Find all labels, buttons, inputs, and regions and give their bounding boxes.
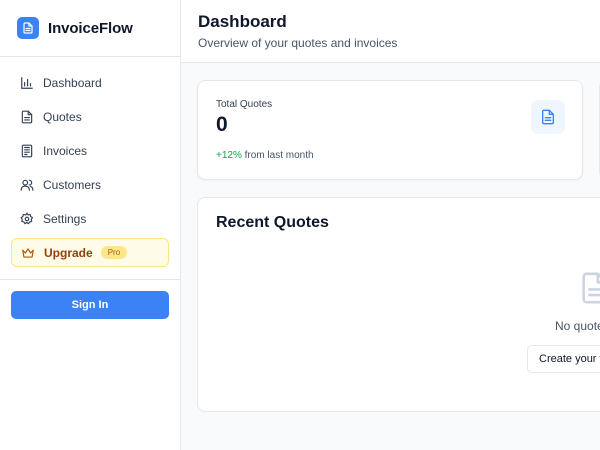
stat-change-percent: +12%	[216, 150, 242, 161]
sidebar-nav: Dashboard Quotes Invoices Customers Sett…	[0, 57, 180, 236]
sign-in-button[interactable]: Sign In	[11, 291, 169, 319]
sidebar-item-settings[interactable]: Settings	[0, 202, 180, 236]
stat-change: +12% from last month	[216, 150, 314, 161]
document-icon	[531, 100, 565, 134]
sidebar-divider	[0, 279, 180, 280]
page-title: Dashboard	[198, 12, 287, 31]
document-icon	[20, 110, 34, 124]
page-subtitle: Overview of your quotes and invoices	[198, 36, 398, 50]
app-name: InvoiceFlow	[48, 19, 133, 37]
receipt-icon	[20, 144, 34, 158]
upgrade-label: Upgrade	[44, 245, 93, 260]
gear-icon	[20, 212, 34, 226]
stat-change-suffix: from last month	[244, 150, 314, 161]
sidebar-item-dashboard[interactable]: Dashboard	[0, 66, 180, 100]
stat-label: Total Quotes	[216, 99, 273, 110]
empty-state-text: No quote	[555, 319, 600, 333]
bar-chart-icon	[20, 76, 34, 90]
stat-value: 0	[216, 113, 228, 136]
sidebar-item-label: Customers	[43, 178, 102, 192]
page-header: Dashboard Overview of your quotes and in…	[181, 0, 600, 63]
sidebar-item-label: Quotes	[43, 110, 82, 124]
total-quotes-card: Total Quotes 0 +12% from last month	[197, 80, 583, 180]
sidebar: InvoiceFlow Dashboard Quotes Invoices Cu…	[0, 0, 181, 450]
recent-quotes-title: Recent Quotes	[216, 214, 329, 231]
sidebar-item-label: Invoices	[43, 144, 88, 158]
pro-badge: Pro	[100, 246, 128, 259]
document-icon	[578, 271, 600, 310]
users-icon	[20, 178, 34, 192]
crown-icon	[21, 246, 35, 260]
brand[interactable]: InvoiceFlow	[0, 0, 180, 57]
recent-quotes-panel: Recent Quotes No quote Create your f	[197, 197, 600, 412]
app-logo-icon	[17, 17, 39, 39]
create-quote-button[interactable]: Create your f	[527, 345, 600, 373]
sidebar-item-customers[interactable]: Customers	[0, 168, 180, 202]
sidebar-item-label: Settings	[43, 212, 87, 226]
upgrade-button[interactable]: Upgrade Pro	[11, 238, 169, 267]
sidebar-item-quotes[interactable]: Quotes	[0, 100, 180, 134]
sidebar-item-label: Dashboard	[43, 76, 102, 90]
sidebar-item-invoices[interactable]: Invoices	[0, 134, 180, 168]
